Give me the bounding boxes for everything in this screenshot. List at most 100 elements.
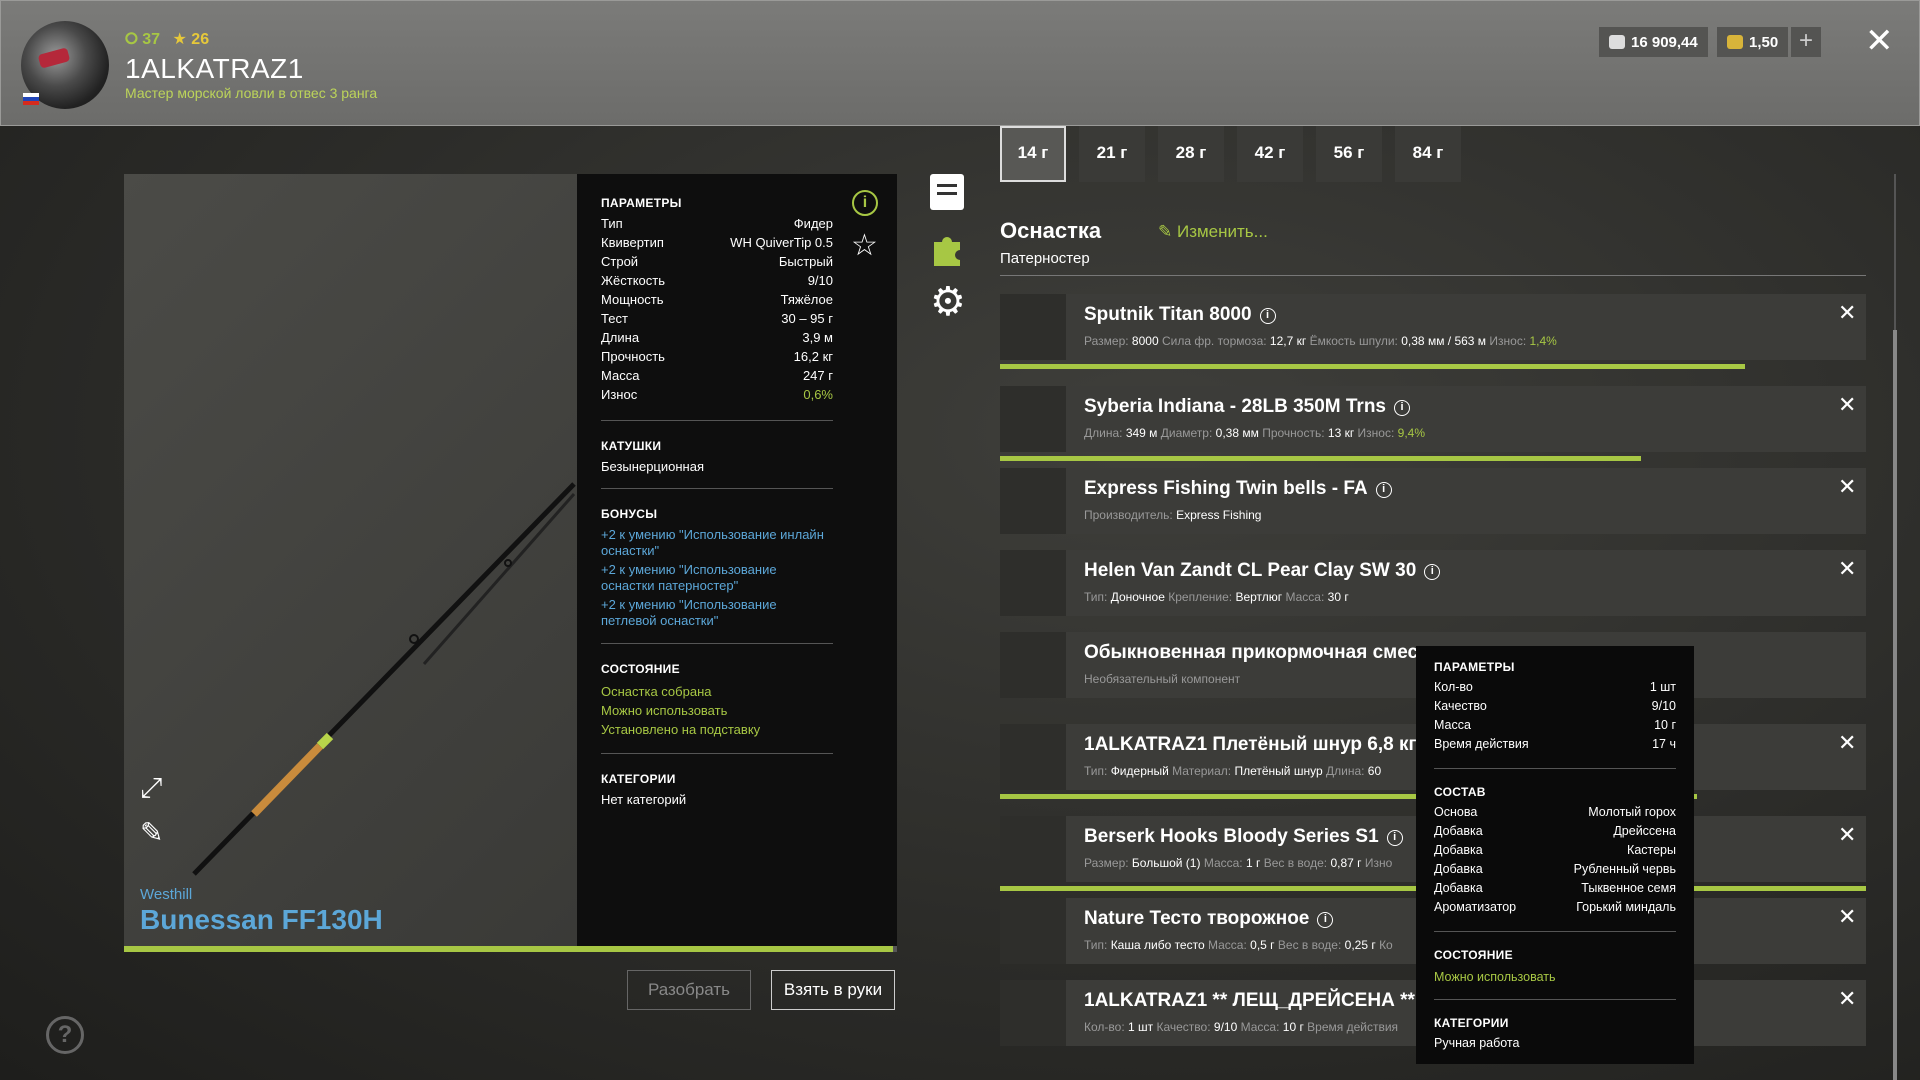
remove-component-icon[interactable]: ✕ <box>1838 730 1856 756</box>
silver-amount: 16 909,44 <box>1631 33 1698 51</box>
info-icon[interactable]: i <box>1375 482 1392 498</box>
weight-option[interactable]: 28 г <box>1158 126 1224 182</box>
expand-icon[interactable]: ⤢ <box>140 772 162 805</box>
document-icon[interactable] <box>930 174 964 210</box>
param-row: Добавка Дрейссена <box>1434 824 1676 843</box>
reels-value: Безынерционная <box>601 459 704 474</box>
remove-component-icon[interactable]: ✕ <box>1838 474 1856 500</box>
weight-option[interactable]: 14 г <box>1000 126 1066 182</box>
component-thumbnail <box>1000 724 1066 790</box>
gold-amount: 1,50 <box>1749 33 1779 51</box>
rig-component-row[interactable]: Syberia Indiana - 28LB 350M Trns i Длина: … <box>1000 386 1866 452</box>
param-key: Длина <box>601 330 640 345</box>
param-value: WH QuiverTip 0.5 <box>730 235 833 250</box>
categories-value: Нет категорий <box>601 792 687 807</box>
component-name: Helen Van Zandt CL Pear Clay SW 30 i <box>1084 560 1441 582</box>
rig-component-row[interactable]: Express Fishing Twin bells - FA i Производ… <box>1000 468 1866 534</box>
param-value: 0,6% <box>803 387 833 402</box>
info-icon[interactable]: i <box>1424 564 1441 580</box>
component-name-text: Nature Тесто творожное <box>1084 908 1310 929</box>
component-name-text: Sputnik Titan 8000 <box>1084 304 1252 325</box>
rig-component-row[interactable]: Sputnik Titan 8000 i Размер: 8000 Сила фр.… <box>1000 294 1866 360</box>
param-value: Быстрый <box>778 254 833 269</box>
detail-label: Ко <box>1379 938 1393 952</box>
divider <box>1000 275 1866 276</box>
detail-value: 349 м <box>1125 426 1158 440</box>
param-row: Масса 10 г <box>1434 718 1676 737</box>
help-icon[interactable]: ? <box>46 1016 84 1054</box>
param-key: Кол-во <box>1434 680 1473 694</box>
remove-component-icon[interactable]: ✕ <box>1838 392 1856 418</box>
remove-component-icon[interactable]: ✕ <box>1838 904 1856 930</box>
stars-badge: ★ 26 <box>172 31 210 48</box>
rig-component-row[interactable]: Helen Van Zandt CL Pear Clay SW 30 i Тип: … <box>1000 550 1866 616</box>
rod-blank <box>192 482 576 876</box>
detail-label: Качество: <box>1156 1020 1211 1034</box>
detail-value: 10 г <box>1282 1020 1304 1034</box>
remove-component-icon[interactable]: ✕ <box>1838 986 1856 1012</box>
bonuses-title: БОНУСЫ <box>601 507 658 521</box>
bonus-item: +2 к умению "Использование петлевой осна… <box>601 597 777 628</box>
detail-value: Плетёный шнур <box>1234 764 1323 778</box>
detail-label: Кол-во: <box>1084 1020 1125 1034</box>
star-icon[interactable]: ☆ <box>851 228 878 263</box>
info-icon[interactable]: i <box>852 190 878 216</box>
edit-rig-button[interactable]: ✎ Изменить... <box>1158 222 1268 242</box>
param-value: Тыквенное семя <box>1581 881 1676 895</box>
weight-option[interactable]: 56 г <box>1316 126 1382 182</box>
divider <box>601 488 833 489</box>
detail-value: 0,38 мм / 563 м <box>1401 334 1487 348</box>
param-value: 10 г <box>1654 718 1676 732</box>
component-name: Syberia Indiana - 28LB 350M Trns i <box>1084 396 1410 418</box>
detail-label: Размер: <box>1084 856 1129 870</box>
component-name-text: Syberia Indiana - 28LB 350M Trns <box>1084 396 1386 417</box>
bonus-item: +2 к умению "Использование оснастки пате… <box>601 562 777 593</box>
weight-option[interactable]: 21 г <box>1079 126 1145 182</box>
param-row: Масса 247 г <box>601 368 833 387</box>
weight-option[interactable]: 42 г <box>1237 126 1303 182</box>
param-value: Фидер <box>793 216 833 231</box>
param-key: Прочность <box>601 349 665 364</box>
remove-component-icon[interactable]: ✕ <box>1838 556 1856 582</box>
param-value: Дрейссена <box>1613 824 1676 838</box>
remove-component-icon[interactable]: ✕ <box>1838 822 1856 848</box>
param-row: Тип Фидер <box>601 216 833 235</box>
component-details: Тип: Фидерный Материал: Плетёный шнур Дл… <box>1084 764 1381 778</box>
detail-label: Время действия <box>1307 1020 1399 1034</box>
params-title: ПАРАМЕТРЫ <box>601 196 682 210</box>
weight-option[interactable]: 84 г <box>1395 126 1461 182</box>
detail-value: Вертлюг <box>1235 590 1283 604</box>
param-key: Основа <box>1434 805 1478 819</box>
pencil-icon[interactable]: ✎ <box>140 816 163 849</box>
stars-value: 26 <box>191 31 210 48</box>
param-value: Рубленный червь <box>1573 862 1676 876</box>
component-details: Тип: Каша либо тесто Масса: 0,5 г Вес в … <box>1084 938 1393 952</box>
info-icon[interactable]: i <box>1259 308 1276 324</box>
info-icon[interactable]: i <box>1317 912 1334 928</box>
detail-label: Длина: <box>1084 426 1123 440</box>
detail-label: Размер: <box>1084 334 1129 348</box>
detail-value: 12,7 кг <box>1269 334 1307 348</box>
component-details: Производитель: Express Fishing <box>1084 508 1261 522</box>
player-title: Мастер морской ловли в отвес 3 ранга <box>125 85 378 101</box>
add-gold-button[interactable]: + <box>1791 27 1821 57</box>
scrollbar-thumb[interactable] <box>1893 330 1897 1080</box>
detail-value: Каша либо тесто <box>1110 938 1205 952</box>
rod-reel-seat <box>316 732 334 750</box>
remove-component-icon[interactable]: ✕ <box>1838 300 1856 326</box>
param-row: Тест 30 – 95 г <box>601 311 833 330</box>
param-key: Жёсткость <box>601 273 665 288</box>
param-key: Квивертип <box>601 235 664 250</box>
take-in-hands-button[interactable]: Взять в руки <box>771 970 895 1010</box>
info-icon[interactable]: i <box>1394 400 1410 416</box>
component-thumbnail <box>1000 294 1066 360</box>
gear-icon[interactable]: ⚙ <box>930 282 966 322</box>
info-icon[interactable]: i <box>1386 830 1403 846</box>
disassemble-button[interactable]: Разобрать <box>627 970 751 1010</box>
close-icon[interactable]: ✕ <box>1865 23 1894 59</box>
russia-flag-icon <box>23 93 39 105</box>
param-value: 17 ч <box>1652 737 1676 751</box>
puzzle-icon[interactable] <box>930 228 964 266</box>
rod-handle <box>251 743 323 817</box>
param-row: Износ 0,6% <box>601 387 833 406</box>
